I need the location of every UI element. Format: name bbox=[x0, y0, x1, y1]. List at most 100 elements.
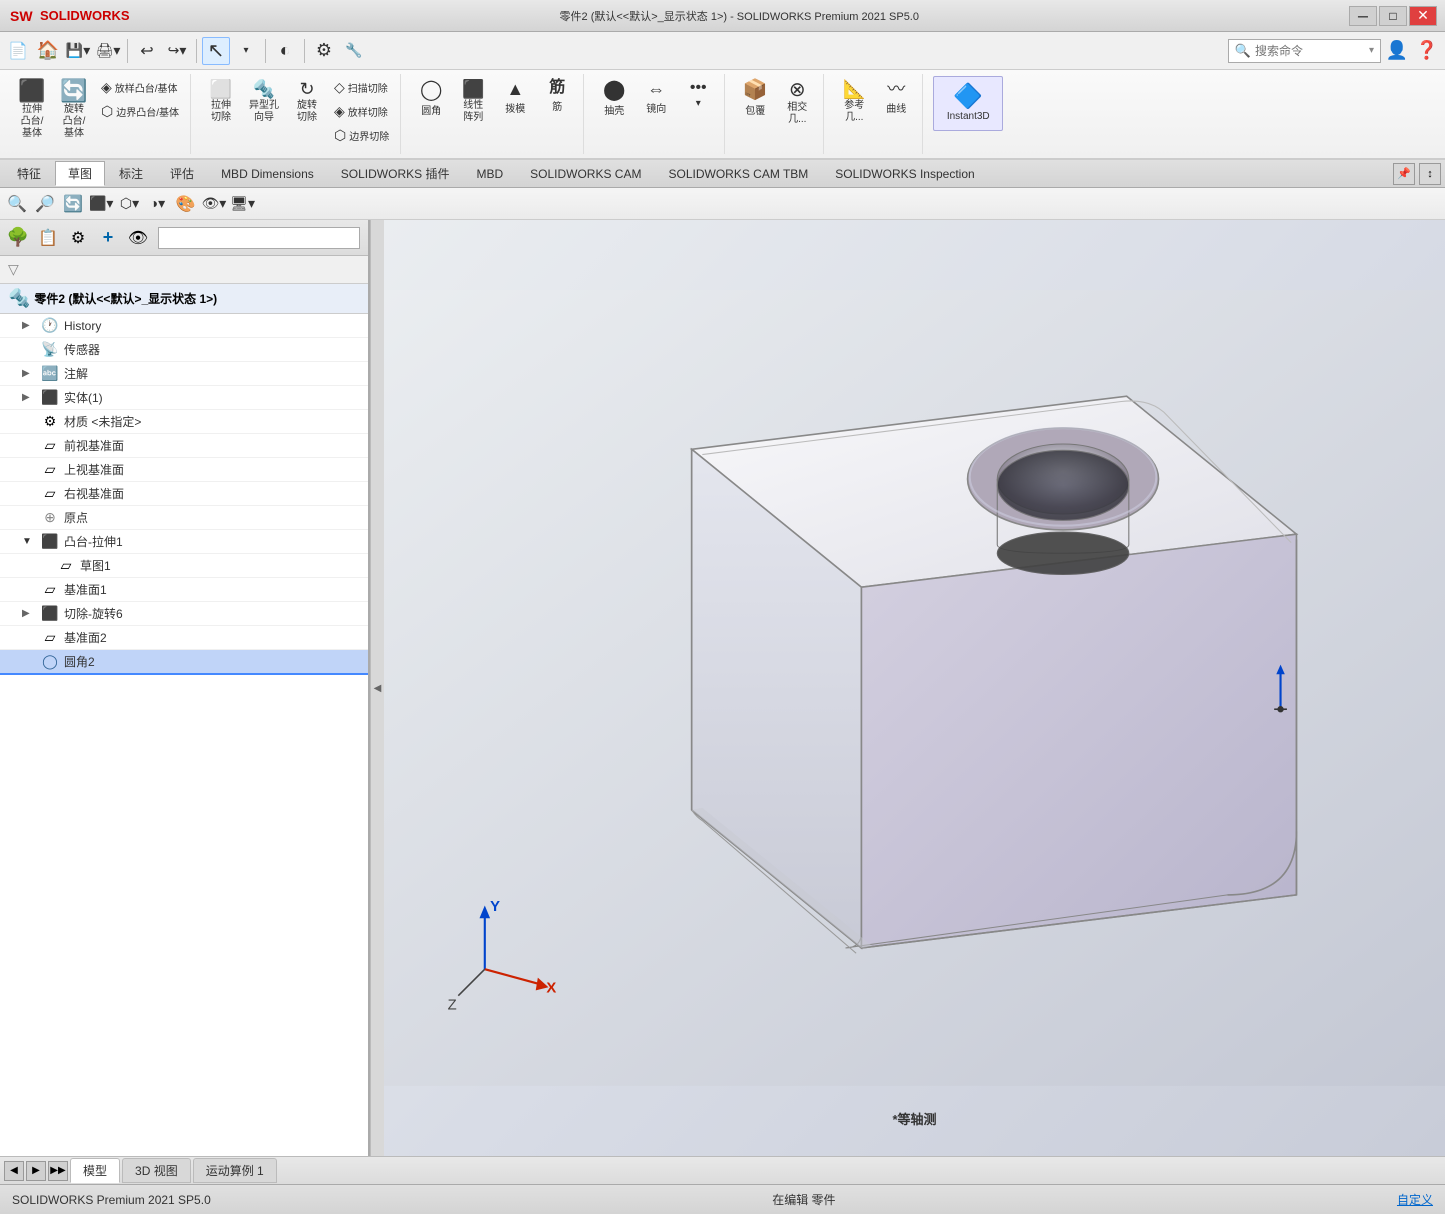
tree-item-front-plane[interactable]: ▶ ▱ 前视基准面 bbox=[0, 434, 368, 458]
show-hide-dropdown[interactable]: 👁▾ bbox=[200, 191, 227, 217]
panel-search-box[interactable] bbox=[158, 227, 360, 249]
tree-item-boss-extrude1[interactable]: ▼ ⬛ 凸台-拉伸1 bbox=[0, 530, 368, 554]
linear-pattern-button[interactable]: ⬛ 线性阵列 bbox=[453, 76, 493, 128]
section-view-dropdown[interactable]: ⬡▾ bbox=[116, 191, 142, 217]
tree-item-material[interactable]: ▶ ⚙ 材质 <未指定> bbox=[0, 410, 368, 434]
instant3d-button[interactable]: 🔷 Instant3D bbox=[933, 76, 1003, 131]
swept-cut-button[interactable]: ◇ 扫描切除 bbox=[329, 76, 394, 99]
boundary-boss-button[interactable]: ⬡ 边界凸台/基体 bbox=[96, 100, 184, 123]
tab-mbd[interactable]: MBD bbox=[463, 163, 516, 185]
options-button2[interactable]: 🔧 bbox=[340, 37, 368, 65]
panel-search-input[interactable] bbox=[163, 232, 355, 244]
tab-solidworks-addins[interactable]: SOLIDWORKS 插件 bbox=[328, 161, 463, 186]
panel-collapse-handle[interactable]: ◀ bbox=[370, 220, 384, 1156]
zoom-to-fit-button[interactable]: 🔍 bbox=[4, 191, 30, 217]
tree-item-annotations[interactable]: ▶ 🔤 注解 bbox=[0, 362, 368, 386]
extrude-boss-button[interactable]: ⬛ 拉伸凸台/基体 bbox=[12, 76, 52, 144]
maximize-button[interactable]: □ bbox=[1379, 6, 1407, 26]
cut-revolve6-expand-icon[interactable]: ▶ bbox=[22, 608, 36, 619]
tab-solidworks-inspection[interactable]: SOLIDWORKS Inspection bbox=[822, 163, 987, 185]
more-features-button[interactable]: ••• ▾ bbox=[678, 76, 718, 113]
tab-mbd-dimensions[interactable]: MBD Dimensions bbox=[208, 163, 327, 185]
shell-button[interactable]: ⬤ 抽壳 bbox=[594, 76, 634, 121]
feature-manager-button[interactable]: 🌳 bbox=[4, 224, 32, 252]
3d-viewport[interactable]: Y X Z *等轴测 bbox=[384, 220, 1445, 1156]
fillet-button[interactable]: ◯ 圆角 bbox=[411, 76, 451, 121]
revolve-cut-button[interactable]: ↻ 旋转切除 bbox=[287, 76, 327, 128]
display-mode-dropdown[interactable]: ◑▾ bbox=[144, 191, 170, 217]
previous-view-button[interactable]: 🔄 bbox=[60, 191, 86, 217]
toggle-button[interactable]: ◐ bbox=[271, 37, 299, 65]
search-box[interactable]: 🔍 ▾ bbox=[1228, 39, 1381, 63]
tab-sketch[interactable]: 草图 bbox=[55, 161, 105, 186]
revolve-boss-button[interactable]: 🔄 旋转凸台/基体 bbox=[54, 76, 94, 144]
tree-item-fillet2[interactable]: ▶ ◯ 圆角2 bbox=[0, 650, 368, 675]
minimize-button[interactable]: ─ bbox=[1349, 6, 1377, 26]
tree-item-history[interactable]: ▶ 🕐 History bbox=[0, 314, 368, 338]
appearance-dropdown[interactable]: 🎨 bbox=[172, 191, 198, 217]
annotations-expand-icon[interactable]: ▶ bbox=[22, 368, 36, 379]
print-dropdown[interactable]: 🖨▾ bbox=[94, 37, 122, 65]
tree-item-sensors[interactable]: ▶ 📡 传感器 bbox=[0, 338, 368, 362]
save-dropdown[interactable]: 💾▾ bbox=[64, 37, 92, 65]
select-button[interactable]: ↖ bbox=[202, 37, 230, 65]
hole-wizard-button[interactable]: 🔩 异型孔向导 bbox=[243, 76, 285, 128]
tab-features[interactable]: 特征 bbox=[4, 161, 54, 186]
search-input[interactable] bbox=[1255, 44, 1365, 58]
wrap-button[interactable]: 📦 包覆 bbox=[735, 76, 775, 121]
redo-dropdown[interactable]: ↪▾ bbox=[163, 37, 191, 65]
zoom-in-button[interactable]: 🔎 bbox=[32, 191, 58, 217]
bottom-tab-3d-view[interactable]: 3D 视图 bbox=[122, 1158, 191, 1183]
expand-tabs-button[interactable]: ↕ bbox=[1419, 163, 1441, 185]
options-button[interactable]: ⚙ bbox=[310, 37, 338, 65]
tree-item-solid-bodies[interactable]: ▶ ⬛ 实体(1) bbox=[0, 386, 368, 410]
config-manager-button[interactable]: ⚙ bbox=[64, 224, 92, 252]
feature-tree[interactable]: 🔩 零件2 (默认<<默认>_显示状态 1>) ▶ 🕐 History ▶ 📡 … bbox=[0, 284, 368, 1156]
markup-manager-button[interactable]: + bbox=[94, 224, 122, 252]
new-button[interactable]: 📄 bbox=[4, 37, 32, 65]
tree-item-plane1[interactable]: ▶ ▱ 基准面1 bbox=[0, 578, 368, 602]
boundary-cut-button[interactable]: ⬡ 边界切除 bbox=[329, 124, 394, 147]
customize-button[interactable]: 自定义 bbox=[1397, 1191, 1433, 1208]
history-expand-icon[interactable]: ▶ bbox=[22, 320, 36, 331]
bottom-tab-motion[interactable]: 运动算例 1 bbox=[193, 1158, 277, 1183]
extrude-cut-button[interactable]: ⬜ 拉伸切除 bbox=[201, 76, 241, 128]
loft-cut-button[interactable]: ◈ 放样切除 bbox=[329, 100, 394, 123]
user-button[interactable]: 👤 bbox=[1383, 37, 1411, 65]
nav-next-button[interactable]: ▶ bbox=[26, 1161, 46, 1181]
ref-geom-button[interactable]: 📐 参考几... bbox=[834, 76, 874, 128]
nav-prev-button[interactable]: ◀ bbox=[4, 1161, 24, 1181]
curves-button[interactable]: 〰 曲线 bbox=[876, 76, 916, 119]
draft-button[interactable]: ▲ 拨模 bbox=[495, 76, 535, 119]
tree-item-top-plane[interactable]: ▶ ▱ 上视基准面 bbox=[0, 458, 368, 482]
close-button[interactable]: ✕ bbox=[1409, 6, 1437, 26]
search-dropdown-icon[interactable]: ▾ bbox=[1369, 45, 1374, 56]
tab-solidworks-cam-tbm[interactable]: SOLIDWORKS CAM TBM bbox=[655, 163, 821, 185]
tree-root-item[interactable]: 🔩 零件2 (默认<<默认>_显示状态 1>) bbox=[0, 284, 368, 314]
pin-tabs-button[interactable]: 📌 bbox=[1393, 163, 1415, 185]
open-button[interactable]: 🏠 bbox=[34, 37, 62, 65]
display-manager-button[interactable]: 👁 bbox=[124, 224, 152, 252]
boss-extrude1-expand-icon[interactable]: ▼ bbox=[22, 536, 36, 547]
nav-last-button[interactable]: ▶▶ bbox=[48, 1161, 68, 1181]
tab-solidworks-cam[interactable]: SOLIDWORKS CAM bbox=[517, 163, 654, 185]
select-dropdown[interactable]: ▾ bbox=[232, 37, 260, 65]
undo-button[interactable]: ↩ bbox=[133, 37, 161, 65]
tab-evaluate[interactable]: 评估 bbox=[157, 161, 207, 186]
view-orient-dropdown[interactable]: ⬛▾ bbox=[88, 191, 114, 217]
bottom-tab-model[interactable]: 模型 bbox=[70, 1158, 120, 1183]
solid-bodies-expand-icon[interactable]: ▶ bbox=[22, 392, 36, 403]
tree-item-right-plane[interactable]: ▶ ▱ 右视基准面 bbox=[0, 482, 368, 506]
tree-item-origin[interactable]: ▶ ⊕ 原点 bbox=[0, 506, 368, 530]
intersect-button[interactable]: ⊗ 相交几... bbox=[777, 76, 817, 130]
tree-item-cut-revolve6[interactable]: ▶ ⬛ 切除-旋转6 bbox=[0, 602, 368, 626]
property-manager-button[interactable]: 📋 bbox=[34, 224, 62, 252]
screen-capture-dropdown[interactable]: 🖥▾ bbox=[229, 191, 256, 217]
tree-item-plane2[interactable]: ▶ ▱ 基准面2 bbox=[0, 626, 368, 650]
help-button[interactable]: ❓ bbox=[1413, 37, 1441, 65]
tree-item-sketch1[interactable]: ▶ ▱ 草图1 bbox=[0, 554, 368, 578]
tab-markup[interactable]: 标注 bbox=[106, 161, 156, 186]
mirror-button[interactable]: ⇔ 镜向 bbox=[636, 76, 676, 119]
rib-button[interactable]: 筋 筋 bbox=[537, 76, 577, 117]
loft-boss-button[interactable]: ◈ 放样凸台/基体 bbox=[96, 76, 184, 99]
